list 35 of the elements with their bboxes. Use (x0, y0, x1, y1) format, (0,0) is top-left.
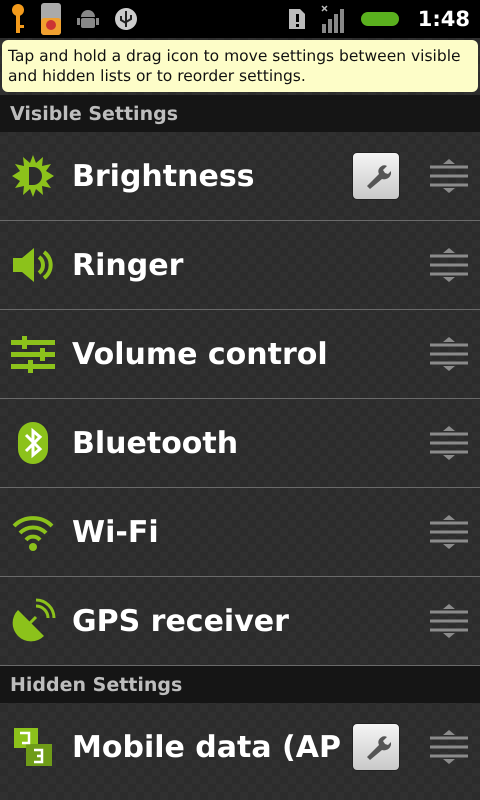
drag-handle-icon[interactable] (428, 603, 470, 639)
setting-row[interactable]: Mobile data (AP (0, 703, 480, 791)
sim-alert-icon (288, 8, 306, 30)
drag-handle-icon[interactable] (428, 729, 470, 765)
hint-text: Tap and hold a drag icon to move settings between visible and hidden lists or to reorder settings. (2, 40, 478, 92)
setting-row[interactable]: Ringer (0, 221, 480, 310)
configure-button[interactable] (352, 152, 400, 200)
signal-icon (320, 4, 346, 34)
setting-label: Brightness (72, 158, 256, 194)
drag-handle-icon[interactable] (428, 158, 470, 194)
setting-row[interactable]: Volume control (0, 310, 480, 399)
battery-warning-icon (40, 2, 62, 36)
setting-label: Volume control (72, 336, 329, 372)
setting-label: Bluetooth (72, 426, 240, 460)
drag-handle-icon[interactable] (428, 425, 470, 461)
setting-label: Mobile data (AP (72, 730, 342, 764)
setting-label: Ringer (72, 248, 184, 282)
satellite-dish-icon (10, 598, 56, 644)
robot-icon (76, 8, 100, 30)
status-time: 1:48 (418, 7, 470, 31)
setting-row[interactable]: Brightness (0, 132, 480, 221)
section-header: Visible Settings (0, 95, 480, 132)
setting-label: Wi-Fi (72, 514, 160, 550)
key-icon (10, 3, 26, 35)
battery-icon (360, 10, 400, 28)
configure-button[interactable] (352, 723, 400, 771)
section-header: Hidden Settings (0, 666, 480, 703)
drag-handle-icon[interactable] (428, 247, 470, 283)
drag-handle-icon[interactable] (428, 514, 470, 550)
usb-icon (114, 7, 138, 31)
drag-handle-icon[interactable] (428, 336, 470, 372)
setting-row[interactable]: Wi-Fi (0, 488, 480, 577)
brightness-icon (10, 153, 56, 199)
setting-label: GPS receiver (72, 604, 290, 638)
setting-row[interactable]: Bluetooth (0, 399, 480, 488)
